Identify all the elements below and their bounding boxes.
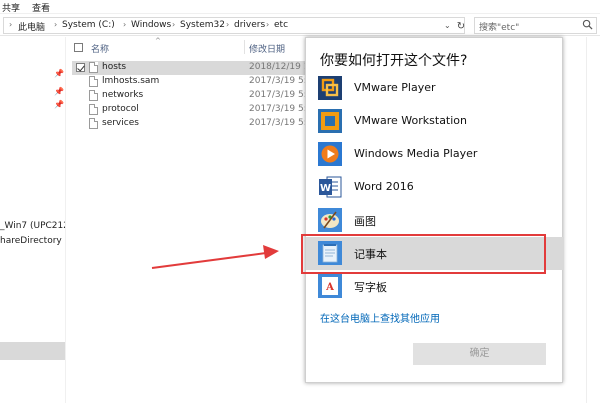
file-row-protocol[interactable]: protocol 2017/3/19 5:0 (72, 103, 313, 117)
file-row-hosts[interactable]: hosts 2018/12/19 16: (72, 61, 318, 75)
chevron-right-icon: › (9, 20, 13, 29)
navigation-pane: 📌 📌 📌 _Win7 (UPC2126) hareDirectory (UI (0, 37, 66, 403)
wordpad-icon: A (318, 274, 342, 298)
file-date: 2017/3/19 5:0 (249, 76, 313, 86)
column-divider[interactable] (244, 40, 245, 54)
row-checkbox[interactable] (76, 63, 85, 72)
sort-chevron-icon: ^ (155, 37, 161, 45)
chevron-right-icon[interactable]: › (226, 20, 229, 29)
address-history-dropdown-icon[interactable]: ⌄ (444, 21, 451, 30)
chevron-right-icon[interactable]: › (123, 20, 126, 29)
breadcrumb-drivers[interactable]: drivers (234, 20, 265, 30)
file-icon (89, 104, 98, 115)
chevron-right-icon[interactable]: › (54, 20, 57, 29)
refresh-icon[interactable]: ↻ (454, 20, 468, 33)
nav-item-selected[interactable] (0, 342, 65, 360)
vmware-player-icon (318, 76, 342, 100)
app-option-paint[interactable]: 画图 (306, 204, 564, 237)
pin-icon[interactable]: 📌 (54, 87, 64, 96)
dialog-title: 你要如何打开这个文件? (320, 53, 468, 69)
file-name: lmhosts.sam (102, 76, 160, 86)
file-list: ^ 名称 修改日期 hosts 2018/12/19 16: lmhosts.s… (67, 37, 318, 403)
app-option-word[interactable]: W Word 2016 (306, 171, 564, 204)
app-option-vmware-player[interactable]: VMware Player (306, 72, 564, 105)
app-label: VMware Workstation (354, 114, 468, 127)
file-name: hosts (102, 62, 127, 72)
paint-icon (318, 208, 342, 232)
search-input[interactable]: 搜索"etc" (474, 17, 597, 34)
app-option-wordpad[interactable]: A 写字板 (306, 270, 564, 303)
search-placeholder: 搜索"etc" (479, 23, 520, 33)
column-header-date[interactable]: 修改日期 (249, 42, 285, 55)
scroll-strip[interactable] (586, 37, 600, 403)
app-label: 写字板 (354, 281, 387, 294)
file-icon (89, 62, 98, 73)
breadcrumb-etc[interactable]: etc (274, 20, 288, 30)
file-row-services[interactable]: services 2017/3/19 5:0 (72, 117, 313, 131)
file-icon (89, 90, 98, 101)
file-date: 2017/3/19 5:0 (249, 104, 313, 114)
file-date: 2017/3/19 5:0 (249, 90, 313, 100)
vmware-workstation-icon (318, 109, 342, 133)
file-date: 2017/3/19 5:0 (249, 118, 313, 128)
column-header-name[interactable]: 名称 (91, 42, 109, 55)
app-option-notepad[interactable]: 记事本 (301, 234, 564, 274)
select-all-checkbox[interactable] (74, 43, 83, 52)
breadcrumb-this-pc[interactable]: 此电脑 (18, 20, 45, 33)
file-name: networks (102, 90, 144, 100)
open-with-dialog: 你要如何打开这个文件? VMware Player VMware Worksta… (301, 37, 564, 383)
app-label: Windows Media Player (354, 147, 478, 160)
svg-text:A: A (325, 282, 334, 293)
app-label: VMware Player (354, 81, 436, 94)
nav-item-share-directory[interactable]: hareDirectory (UI (0, 236, 65, 246)
word-icon: W (319, 176, 342, 198)
address-row: › 此电脑 › System (C:) › Windows › System32… (0, 14, 600, 36)
file-row-networks[interactable]: networks 2017/3/19 5:0 (72, 89, 313, 103)
app-option-windows-media-player[interactable]: Windows Media Player (306, 138, 564, 171)
ribbon-tabs: 共享 查看 (0, 0, 600, 14)
file-name: services (102, 118, 139, 128)
app-label: Word 2016 (354, 180, 414, 193)
ok-button[interactable]: 确定 (413, 343, 546, 365)
notepad-icon (318, 241, 342, 265)
file-icon (89, 118, 98, 129)
ribbon-tab-view[interactable]: 查看 (32, 1, 50, 14)
pin-icon[interactable]: 📌 (54, 100, 64, 109)
pin-icon[interactable]: 📌 (54, 69, 64, 78)
search-icon (582, 19, 593, 30)
app-option-vmware-workstation[interactable]: VMware Workstation (306, 105, 564, 138)
address-bar[interactable]: › 此电脑 › System (C:) › Windows › System32… (3, 17, 465, 34)
breadcrumb-windows[interactable]: Windows (131, 20, 171, 30)
breadcrumb-system32[interactable]: System32 (180, 20, 225, 30)
find-more-apps-link[interactable]: 在这台电脑上查找其他应用 (320, 310, 440, 325)
file-row-lmhosts[interactable]: lmhosts.sam 2017/3/19 5:0 (72, 75, 313, 89)
app-label: 画图 (354, 215, 376, 228)
svg-text:W: W (320, 183, 331, 194)
file-name: protocol (102, 104, 139, 114)
windows-media-player-icon (318, 142, 342, 166)
chevron-right-icon[interactable]: › (172, 20, 175, 29)
chevron-right-icon[interactable]: › (266, 20, 269, 29)
breadcrumb-system-c[interactable]: System (C:) (62, 20, 115, 30)
app-label: 记事本 (354, 248, 387, 261)
file-icon (89, 76, 98, 87)
nav-item-network-drive[interactable]: _Win7 (UPC2126) (0, 221, 65, 231)
ribbon-tab-share[interactable]: 共享 (2, 1, 20, 14)
